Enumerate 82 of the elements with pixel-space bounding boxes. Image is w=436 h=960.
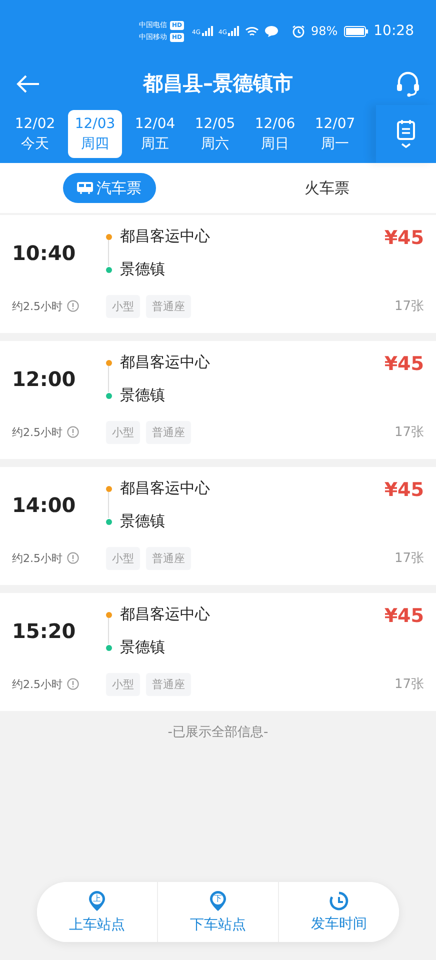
headset-icon[interactable] (396, 70, 420, 96)
pin-label: 上 (93, 894, 101, 904)
trip-card[interactable]: 10:40 都昌客运中心 景德镇 ¥45 约2.5小时 小型 普通座 17张 (0, 215, 436, 333)
wifi-icon (244, 26, 259, 36)
departure-time: 15:20 (12, 619, 77, 643)
bus-tag: 普通座 (146, 294, 191, 318)
origin-station: 都昌客运中心 (120, 353, 210, 372)
bus-tag: 小型 (106, 420, 140, 444)
route-line (108, 492, 110, 518)
seats-left: 17张 (393, 550, 424, 567)
departure-time: 10:40 (12, 241, 77, 265)
chat-icon (264, 26, 278, 36)
date-tab[interactable]: 12/07 周一 (308, 110, 362, 158)
route-title: 都昌县–景德镇市 (143, 70, 293, 97)
seats-left: 17张 (393, 424, 424, 441)
bus-tag: 小型 (106, 294, 140, 318)
origin-station: 都昌客运中心 (120, 227, 210, 246)
ticket-price: ¥45 (384, 226, 424, 249)
ticket-tab[interactable]: 汽车票 (62, 173, 156, 203)
date-tab[interactable]: 12/02 今天 (8, 110, 62, 158)
clock-time: 10:28 (374, 23, 414, 39)
location-pin-icon (209, 890, 227, 912)
trip-duration: 约2.5小时 (12, 550, 62, 566)
back-arrow-icon[interactable] (16, 74, 40, 94)
trip-duration: 约2.5小时 (12, 298, 62, 314)
alarm-icon (292, 24, 305, 38)
origin-dot (106, 612, 112, 618)
bus-icon (76, 182, 92, 194)
filter-button[interactable]: 发车时间 (278, 882, 399, 942)
bus-tag: 普通座 (146, 546, 191, 570)
origin-dot (106, 234, 112, 240)
destination-dot (106, 392, 112, 398)
trip-card[interactable]: 15:20 都昌客运中心 景德镇 ¥45 约2.5小时 小型 普通座 17张 (0, 593, 436, 711)
ticket-tab[interactable]: 火车票 (290, 173, 364, 203)
trip-card[interactable]: 12:00 都昌客运中心 景德镇 ¥45 约2.5小时 小型 普通座 17张 (0, 341, 436, 459)
destination-station: 景德镇 (120, 386, 165, 405)
origin-station: 都昌客运中心 (120, 479, 210, 498)
signal-icon (202, 26, 212, 36)
info-icon[interactable] (66, 552, 78, 564)
departure-time: 14:00 (12, 493, 77, 517)
destination-dot (106, 518, 112, 524)
info-icon[interactable] (66, 300, 78, 312)
filter-button[interactable]: 上 上车站点 (37, 882, 157, 942)
trip-duration: 约2.5小时 (12, 676, 62, 692)
bus-tag: 普通座 (146, 672, 191, 696)
origin-dot (106, 486, 112, 492)
bus-tag: 小型 (106, 546, 140, 570)
filter-button[interactable]: 下 下车站点 (157, 882, 278, 942)
clock-icon (329, 891, 349, 911)
battery-percent: 98% (310, 24, 338, 38)
origin-dot (106, 360, 112, 366)
calendar-icon[interactable] (396, 119, 416, 149)
destination-station: 景德镇 (120, 512, 165, 531)
route-line (108, 366, 110, 392)
battery-icon (344, 26, 368, 36)
end-of-list-note: -已展示全部信息- (168, 725, 268, 740)
info-icon[interactable] (66, 678, 78, 690)
ticket-price: ¥45 (384, 604, 424, 627)
bus-tag: 小型 (106, 672, 140, 696)
pin-label: 下 (214, 894, 222, 904)
trip-card[interactable]: 14:00 都昌客运中心 景德镇 ¥45 约2.5小时 小型 普通座 17张 (0, 467, 436, 585)
origin-station: 都昌客运中心 (120, 605, 210, 624)
info-icon[interactable] (66, 426, 78, 438)
location-pin-icon (88, 890, 106, 912)
date-tab[interactable]: 12/05 周六 (188, 110, 242, 158)
date-tab[interactable]: 12/03 周四 (68, 110, 122, 158)
seats-left: 17张 (393, 676, 424, 693)
trip-duration: 约2.5小时 (12, 424, 62, 440)
seats-left: 17张 (393, 298, 424, 315)
destination-dot (106, 644, 112, 650)
ticket-price: ¥45 (384, 352, 424, 375)
departure-time: 12:00 (12, 367, 77, 391)
route-line (108, 240, 110, 266)
destination-dot (106, 266, 112, 272)
signal-icon (228, 26, 239, 36)
destination-station: 景德镇 (120, 638, 165, 657)
bus-tag: 普通座 (146, 420, 191, 444)
ticket-price: ¥45 (384, 478, 424, 501)
route-line (108, 618, 110, 644)
destination-station: 景德镇 (120, 260, 165, 279)
date-tab[interactable]: 12/04 周五 (128, 110, 182, 158)
date-tab[interactable]: 12/06 周日 (248, 110, 302, 158)
